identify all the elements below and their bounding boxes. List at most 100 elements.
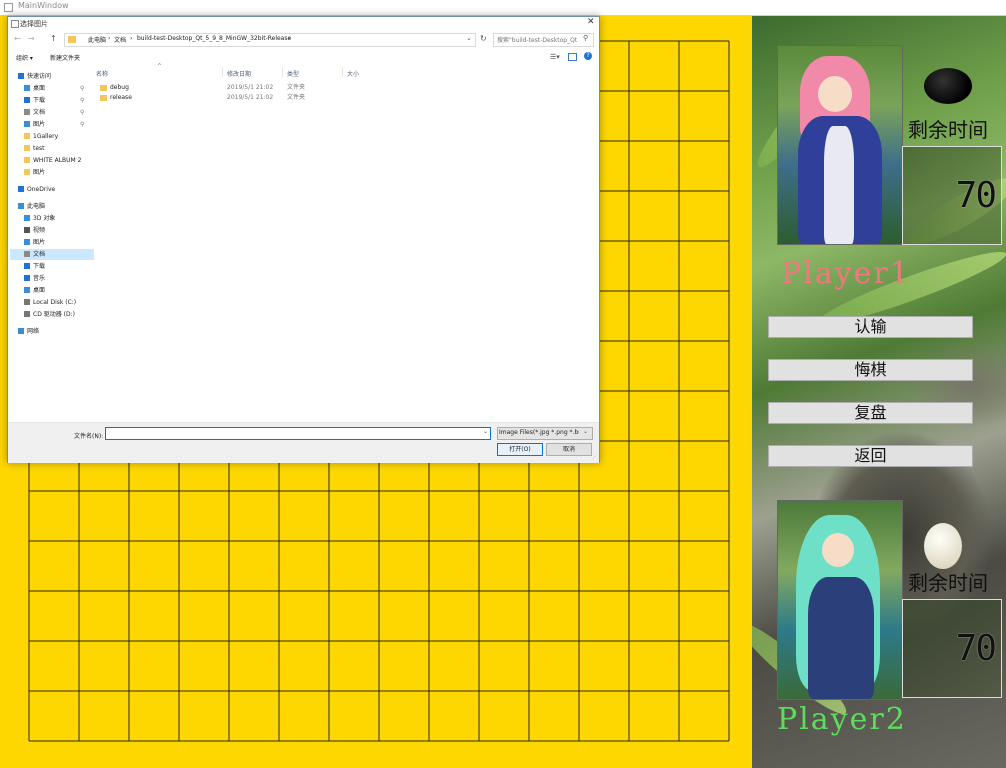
desktop-icon (24, 287, 30, 293)
resign-button[interactable]: 认输 (768, 316, 973, 338)
nav-item[interactable]: 网络 (10, 326, 94, 337)
player1-avatar (777, 45, 903, 245)
nav-item[interactable]: 下载 ⚲ (10, 95, 94, 106)
column-divider[interactable] (222, 67, 223, 77)
nav-item-label: 下载 (33, 263, 46, 270)
column-divider[interactable] (342, 67, 343, 77)
breadcrumb-item[interactable]: 此电脑 (88, 35, 106, 44)
column-divider[interactable] (282, 67, 283, 77)
file-date: 2019/5/1 21:02 (227, 94, 274, 101)
search-placeholder: 搜索"build-test-Desktop_Qt_5..." (497, 37, 577, 44)
nav-item[interactable]: 文档 (10, 249, 94, 260)
nav-item[interactable]: OneDrive (10, 184, 94, 195)
nav-item[interactable]: 图片 (10, 167, 94, 178)
desktop-icon (24, 85, 30, 91)
nav-item-label: 桌面 (33, 85, 46, 92)
nav-item-label: 3D 对象 (33, 215, 56, 222)
folder-icon (24, 169, 30, 175)
back-button[interactable]: 返回 (768, 445, 973, 467)
breadcrumb-item[interactable]: 文档 (114, 35, 126, 44)
nav-item[interactable]: 此电脑 (10, 201, 94, 212)
nav-item-label: 此电脑 (27, 203, 46, 210)
video-icon (24, 227, 30, 233)
nav-item-label: 图片 (33, 169, 46, 176)
file-type-filter-value: Image Files(*.jpg *.png *.bm (499, 429, 579, 436)
nav-item[interactable]: 1Gallery (10, 131, 94, 142)
open-button[interactable]: 打开(O) (497, 443, 543, 456)
nav-item-label: CD 驱动器 (D:) (33, 311, 75, 318)
cloud-icon (18, 186, 24, 192)
nav-item[interactable]: 快速访问 (10, 71, 94, 82)
network-icon (18, 328, 24, 334)
dialog-icon (11, 20, 19, 28)
pin-icon[interactable]: ⚲ (80, 95, 84, 106)
nav-item[interactable]: 视频 (10, 225, 94, 236)
column-header-name[interactable]: 名称 (96, 69, 108, 78)
file-name: debug (110, 84, 129, 91)
help-icon[interactable]: ? (584, 52, 592, 60)
nav-item-label: 音乐 (33, 275, 46, 282)
nav-item-label: 文档 (33, 251, 46, 258)
nav-item[interactable]: 下载 (10, 261, 94, 272)
nav-item-label: 下载 (33, 97, 46, 104)
undo-button[interactable]: 悔棋 (768, 359, 973, 381)
folder-icon (24, 157, 30, 163)
chevron-down-icon[interactable]: ⌄ (583, 428, 588, 435)
close-icon[interactable]: ✕ (587, 17, 595, 27)
nav-item[interactable]: 桌面 ⚲ (10, 83, 94, 94)
view-options-icon[interactable]: ☰▾ (550, 53, 560, 61)
nav-item-label: 文档 (33, 109, 46, 116)
nav-item[interactable]: 文档 ⚲ (10, 107, 94, 118)
dialog-title: 选择图片 (20, 20, 48, 28)
nav-item-label: 视频 (33, 227, 46, 234)
resize-grip-icon[interactable]: ⋰ (592, 453, 598, 460)
nav-item[interactable]: Local Disk (C:) (10, 297, 94, 308)
new-folder-button[interactable]: 新建文件夹 (50, 53, 80, 62)
column-header-size[interactable]: 大小 (347, 69, 359, 78)
file-type: 文件夹 (287, 84, 306, 91)
nav-item-label: 1Gallery (33, 133, 59, 140)
nav-item[interactable]: 桌面 (10, 285, 94, 296)
nav-item[interactable]: 3D 对象 (10, 213, 94, 224)
download-icon (24, 263, 30, 269)
chevron-down-icon[interactable]: ⌄ (483, 428, 488, 435)
folder-icon (100, 95, 107, 101)
nav-item[interactable]: 音乐 (10, 273, 94, 284)
nav-item[interactable]: WHITE ALBUM 2 (10, 155, 94, 166)
pin-icon[interactable]: ⚲ (80, 107, 84, 118)
documents-icon (24, 109, 30, 115)
file-date: 2019/5/1 21:02 (227, 84, 274, 91)
up-arrow-icon[interactable]: ↑ (50, 34, 57, 43)
replay-button[interactable]: 复盘 (768, 402, 973, 424)
forward-arrow-icon[interactable]: → (28, 34, 35, 43)
search-icon[interactable]: ⚲ (583, 34, 588, 42)
nav-item[interactable]: CD 驱动器 (D:) (10, 309, 94, 320)
column-header-date[interactable]: 修改日期 (227, 69, 251, 78)
preview-pane-icon[interactable] (568, 53, 577, 61)
nav-item-label: 图片 (33, 239, 46, 246)
player2-timer-value: 70 (955, 628, 997, 669)
pin-icon[interactable]: ⚲ (80, 119, 84, 130)
nav-item-label: WHITE ALBUM 2 (33, 157, 82, 164)
side-panel: 剩余时间 70 Player1 认输 悔棋 复盘 返回 剩余时间 70 Play… (752, 16, 1006, 768)
pin-icon[interactable]: ⚲ (80, 83, 84, 94)
filename-input[interactable] (105, 427, 491, 440)
drive-icon (24, 299, 30, 305)
player1-time-label: 剩余时间 (908, 118, 988, 142)
nav-item[interactable]: 图片 (10, 237, 94, 248)
column-header-type[interactable]: 类型 (287, 69, 299, 78)
nav-item[interactable]: test (10, 143, 94, 154)
player2-avatar (777, 500, 903, 700)
organize-button[interactable]: 组织 ▾ (16, 53, 33, 62)
breadcrumb-item[interactable]: build-test-Desktop_Qt_5_9_8_MinGW_32bit-… (137, 35, 291, 42)
file-type: 文件夹 (287, 94, 306, 101)
nav-item-label: Local Disk (C:) (33, 299, 77, 306)
sort-ascending-icon: ^ (157, 63, 163, 70)
refresh-icon[interactable]: ↻ (480, 34, 487, 43)
file-row[interactable]: debug 2019/5/1 21:02 文件夹 (96, 83, 366, 93)
back-arrow-icon[interactable]: ← (14, 34, 21, 43)
cancel-button[interactable]: 取消 (546, 443, 592, 456)
chevron-down-icon[interactable]: ⌄ (466, 34, 472, 42)
file-row[interactable]: release 2019/5/1 21:02 文件夹 (96, 93, 366, 103)
nav-item[interactable]: 图片 ⚲ (10, 119, 94, 130)
